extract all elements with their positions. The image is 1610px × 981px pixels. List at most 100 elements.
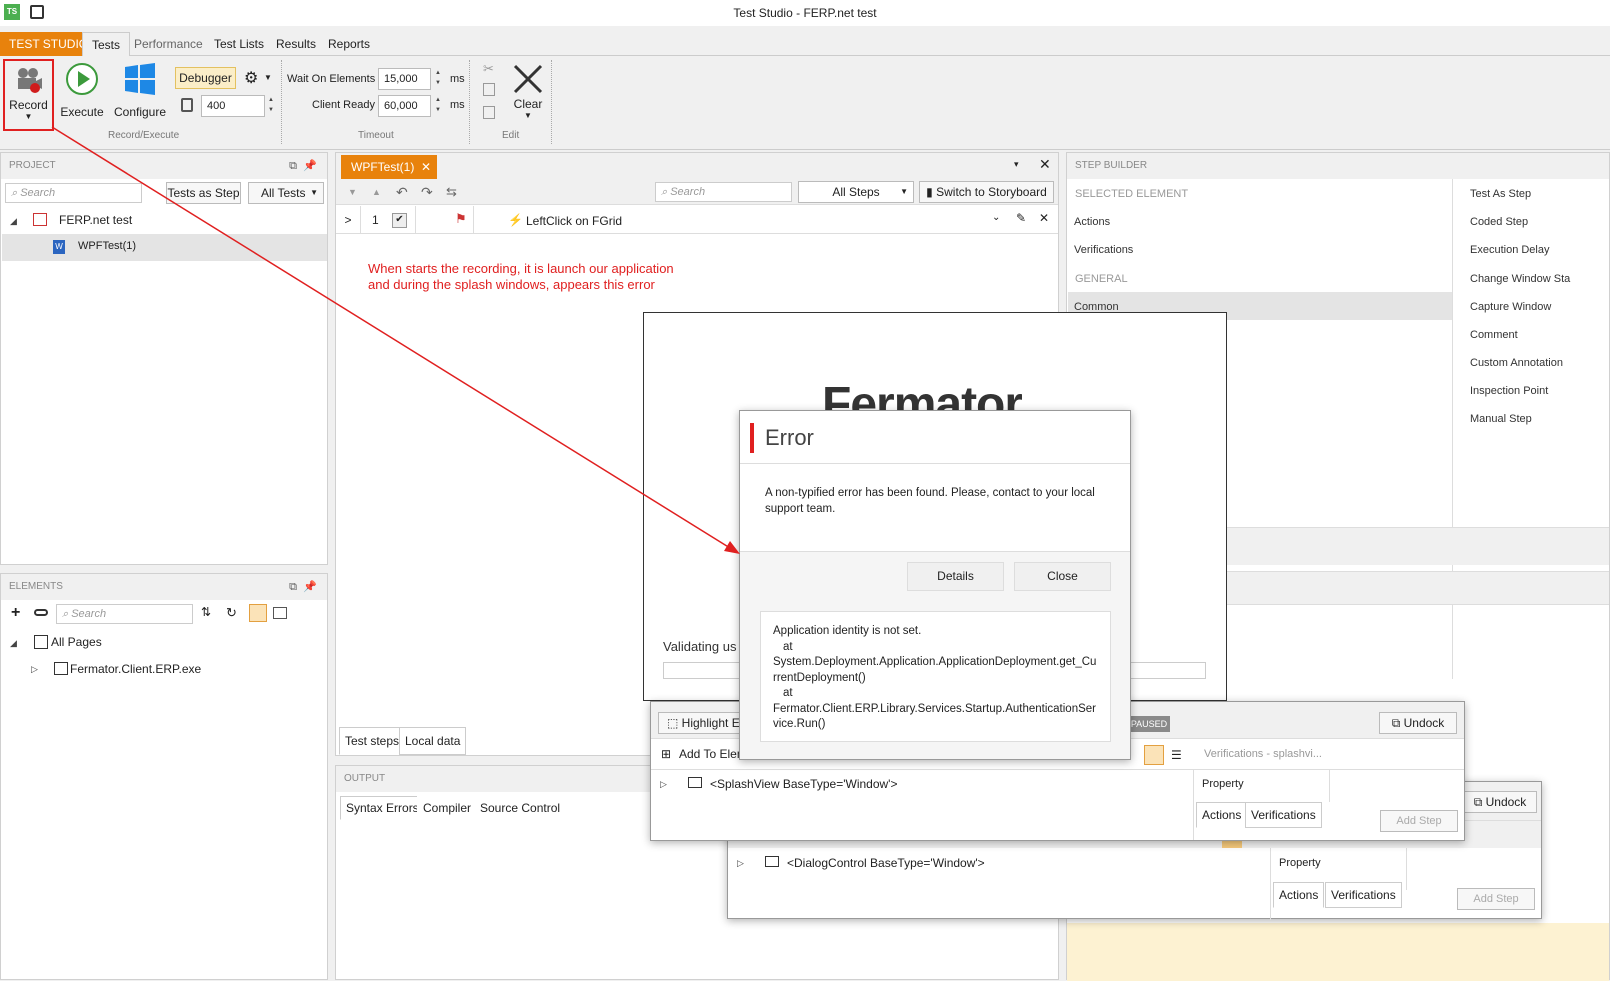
tab-local-data[interactable]: Local data bbox=[399, 727, 467, 755]
save-icon[interactable] bbox=[30, 5, 44, 19]
debugger-button[interactable]: Debugger bbox=[175, 67, 236, 89]
chevron-down-icon[interactable]: ▼ bbox=[5, 112, 52, 121]
move-down-icon[interactable]: ▼ bbox=[348, 187, 357, 197]
cut-icon[interactable]: ✂ bbox=[483, 61, 494, 77]
wait-spinner[interactable]: ▲ ▼ bbox=[433, 68, 443, 90]
clear-button[interactable]: Clear ▼ bbox=[510, 62, 546, 120]
collapse-icon[interactable]: ▷ bbox=[31, 664, 38, 675]
breakpoint-icon[interactable]: ⚑ bbox=[455, 211, 467, 227]
recorder1-node[interactable]: <SplashView BaseType='Window'> bbox=[710, 777, 897, 791]
client-spinner[interactable]: ▲ ▼ bbox=[433, 95, 443, 117]
undo-icon[interactable]: ↶ bbox=[396, 184, 408, 201]
menu-tests[interactable]: Tests bbox=[82, 32, 131, 56]
coded-step-item[interactable]: Coded Step bbox=[1470, 216, 1528, 228]
all-steps-select[interactable]: All Steps ▼ bbox=[798, 181, 914, 203]
configure-button[interactable]: Configure bbox=[112, 62, 168, 119]
expand-icon[interactable]: ◢ bbox=[10, 638, 17, 649]
expand-icon[interactable]: ◢ bbox=[10, 216, 17, 227]
elements-search-input[interactable]: ⌕ Search bbox=[56, 604, 193, 624]
refresh-icon[interactable]: ↻ bbox=[226, 605, 237, 621]
custom-annotation-item[interactable]: Custom Annotation bbox=[1470, 357, 1563, 369]
list-view-icon[interactable]: ☰ bbox=[1171, 748, 1182, 762]
view-icon[interactable] bbox=[249, 604, 267, 622]
dock-icon[interactable]: ⧉ bbox=[289, 574, 297, 600]
storyboard-button[interactable]: ▮ Switch to Storyboard bbox=[919, 181, 1054, 203]
recorder2-node[interactable]: <DialogControl BaseType='Window'> bbox=[787, 856, 985, 870]
menu-results[interactable]: Results bbox=[267, 32, 325, 56]
menu-performance[interactable]: Performance bbox=[125, 32, 212, 56]
tab-verifications-2[interactable]: Verifications bbox=[1325, 882, 1402, 908]
steps-search-input[interactable]: ⌕ Search bbox=[655, 182, 792, 202]
tab-verifications-1[interactable]: Verifications bbox=[1245, 802, 1322, 828]
execution-delay-item[interactable]: Execution Delay bbox=[1470, 244, 1550, 256]
close-icon[interactable]: ✕ bbox=[421, 155, 431, 179]
delay-spinner[interactable]: ▲ ▼ bbox=[266, 95, 276, 117]
add-to-icon[interactable]: ⊞ bbox=[661, 747, 671, 761]
tab-actions-1[interactable]: Actions bbox=[1196, 802, 1248, 828]
test-as-step-item[interactable]: Test As Step bbox=[1470, 188, 1531, 200]
close-button[interactable]: Close bbox=[1014, 562, 1111, 591]
tree-view-icon[interactable] bbox=[1144, 745, 1164, 765]
details-button[interactable]: Details bbox=[907, 562, 1004, 591]
all-tests-select[interactable]: All Tests ▼ bbox=[248, 182, 324, 204]
execute-button[interactable]: Execute bbox=[59, 62, 105, 119]
tab-compiler[interactable]: Compiler bbox=[417, 796, 478, 820]
window-icon[interactable] bbox=[273, 607, 287, 619]
gear-dropdown-icon[interactable]: ▼ bbox=[264, 73, 272, 82]
paste-icon[interactable] bbox=[483, 106, 495, 119]
expand-icon[interactable]: ▷ bbox=[737, 858, 744, 869]
client-input[interactable]: 60,000 bbox=[378, 95, 431, 117]
step-text[interactable]: LeftClick on FGrid bbox=[526, 214, 622, 228]
inspection-point-item[interactable]: Inspection Point bbox=[1470, 385, 1548, 397]
chevron-down-icon[interactable]: ▼ bbox=[510, 111, 546, 120]
project-search-input[interactable]: ⌕ Search bbox=[5, 183, 142, 203]
undock-button-2[interactable]: ⧉ Undock bbox=[1463, 791, 1537, 813]
delete-icon[interactable]: ✕ bbox=[1039, 211, 1049, 225]
tab-source-control[interactable]: Source Control bbox=[474, 796, 567, 820]
actions-item[interactable]: Actions bbox=[1074, 216, 1110, 228]
tab-syntax-errors[interactable]: Syntax Errors bbox=[340, 796, 425, 820]
link-icon[interactable] bbox=[34, 609, 48, 616]
add-icon[interactable]: + bbox=[11, 604, 20, 622]
expand-icon[interactable]: ▷ bbox=[660, 779, 667, 790]
highlight-button[interactable]: ⬚ Highlight E bbox=[658, 712, 744, 734]
manual-step-item[interactable]: Manual Step bbox=[1470, 413, 1532, 425]
dropdown-icon[interactable]: ▾ bbox=[1014, 159, 1019, 170]
chevron-down-icon[interactable]: ⌄ bbox=[992, 212, 1000, 223]
tab-actions-2[interactable]: Actions bbox=[1273, 882, 1325, 908]
delay-input[interactable]: 400 bbox=[201, 95, 265, 117]
dock-icon[interactable]: ⧉ bbox=[289, 153, 297, 179]
elements-child[interactable]: Fermator.Client.ERP.exe bbox=[70, 662, 201, 676]
close-icon[interactable]: ✕ bbox=[1039, 156, 1051, 173]
arrows-icon[interactable]: ⇆ bbox=[446, 184, 457, 200]
add-to-elements-label[interactable]: Add To Elem bbox=[679, 747, 747, 761]
verifications-item[interactable]: Verifications bbox=[1074, 244, 1133, 256]
tab-test-steps[interactable]: Test steps bbox=[339, 727, 406, 755]
menu-reports[interactable]: Reports bbox=[319, 32, 379, 56]
change-window-item[interactable]: Change Window Sta bbox=[1470, 273, 1570, 285]
move-up-icon[interactable]: ▲ bbox=[372, 187, 381, 197]
add-step-button-2[interactable]: Add Step bbox=[1457, 888, 1535, 910]
gear-icon[interactable]: ⚙ bbox=[244, 68, 258, 88]
sort-icon[interactable]: ⇅ bbox=[201, 605, 211, 619]
comment-item[interactable]: Comment bbox=[1470, 329, 1518, 341]
add-step-button-1[interactable]: Add Step bbox=[1380, 810, 1458, 832]
pin-icon[interactable]: 📌 bbox=[303, 153, 317, 179]
elements-root[interactable]: All Pages bbox=[51, 635, 102, 649]
expand-step-icon[interactable]: > bbox=[336, 206, 361, 234]
undock-button-1[interactable]: ⧉ Undock bbox=[1379, 712, 1457, 734]
pin-icon[interactable]: 📌 bbox=[303, 574, 317, 600]
menu-test-lists[interactable]: Test Lists bbox=[205, 32, 273, 56]
step-row[interactable] bbox=[336, 206, 1058, 234]
capture-window-item[interactable]: Capture Window bbox=[1470, 301, 1551, 313]
tab-wpftest[interactable]: WPFTest(1) ✕ bbox=[341, 155, 437, 179]
edit-icon[interactable]: ✎ bbox=[1016, 211, 1026, 225]
wait-input[interactable]: 15,000 bbox=[378, 68, 431, 90]
copy-icon[interactable] bbox=[483, 83, 495, 96]
project-child[interactable]: WPFTest(1) bbox=[78, 240, 136, 252]
record-button[interactable]: Record ▼ bbox=[3, 59, 54, 131]
project-root[interactable]: FERP.net test bbox=[59, 213, 132, 227]
redo-icon[interactable]: ↷ bbox=[421, 184, 433, 201]
tests-as-step-button[interactable]: Tests as Step bbox=[166, 182, 241, 204]
step-checkbox[interactable]: ✔ bbox=[392, 213, 407, 228]
